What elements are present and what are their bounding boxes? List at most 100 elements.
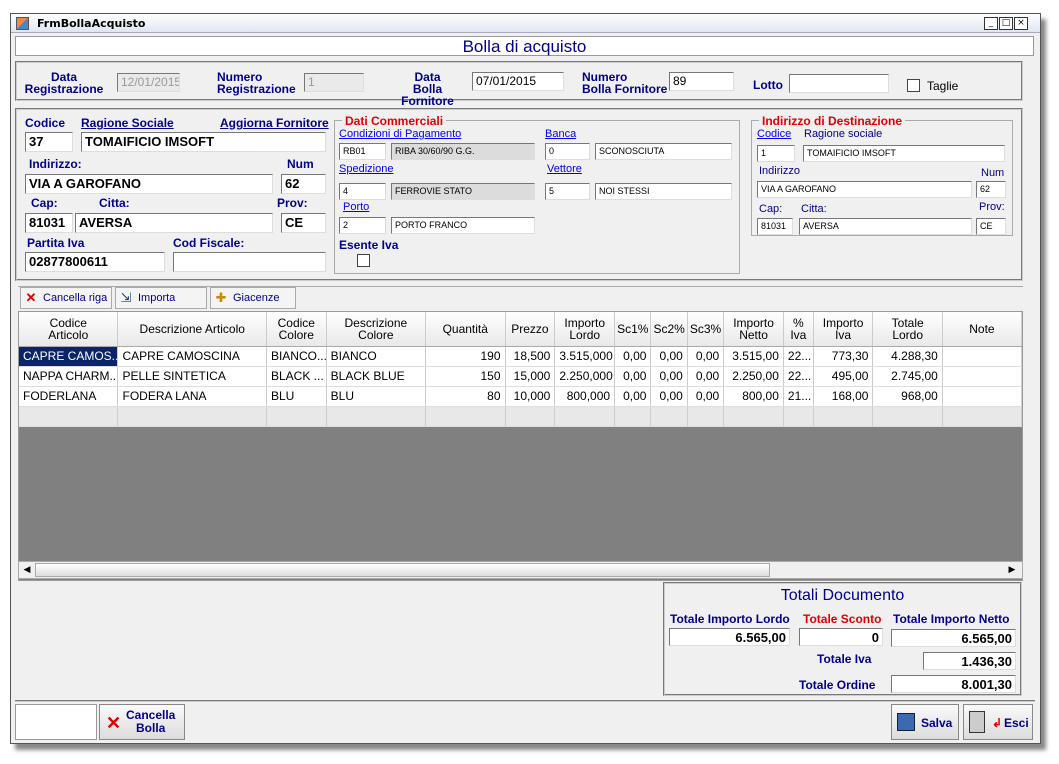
dest-cap-field[interactable]: 81031: [757, 218, 793, 235]
table-cell[interactable]: 0,00: [614, 366, 652, 387]
maximize-button[interactable]: □: [999, 17, 1013, 30]
table-cell[interactable]: [783, 406, 814, 427]
data-bolla-field[interactable]: 07/01/2015: [472, 72, 564, 91]
cod-fiscale-field[interactable]: [173, 252, 326, 272]
lotto-field[interactable]: [789, 74, 889, 93]
citta-field[interactable]: AVERSA: [75, 213, 273, 233]
table-cell[interactable]: CAPRE CAMOS...: [19, 346, 119, 367]
vettore-link[interactable]: Vettore: [547, 163, 582, 175]
column-header[interactable]: Sc3%: [687, 312, 725, 347]
table-cell[interactable]: 0,00: [614, 346, 652, 367]
aggiorna-fornitore-link[interactable]: Aggiorna Fornitore: [220, 116, 329, 130]
dest-prov-field[interactable]: CE: [976, 218, 1006, 235]
column-header[interactable]: Codice Colore: [266, 312, 327, 347]
cancella-riga-button[interactable]: ✕ Cancella riga: [20, 287, 112, 309]
table-cell[interactable]: [687, 406, 725, 427]
table-cell[interactable]: [19, 406, 119, 427]
table-cell[interactable]: [942, 366, 1022, 387]
table-cell[interactable]: 800,000: [554, 386, 616, 407]
table-cell[interactable]: 0,00: [687, 366, 725, 387]
numero-registrazione-field[interactable]: 1: [304, 73, 364, 92]
table-cell[interactable]: BLACK BLUE: [326, 366, 427, 387]
table-cell[interactable]: [942, 346, 1022, 367]
table-cell[interactable]: FODERA LANA: [117, 386, 267, 407]
taglie-checkbox[interactable]: [907, 79, 920, 92]
table-cell[interactable]: 0,00: [687, 346, 725, 367]
pagamento-link[interactable]: Condizioni di Pagamento: [339, 128, 461, 140]
column-header[interactable]: Descrizione Colore: [326, 312, 427, 347]
table-cell[interactable]: 2.250,000: [554, 366, 616, 387]
table-row[interactable]: CAPRE CAMOS... CAPRE CAMOSCINA BIANCO... BI…: [19, 346, 1022, 367]
table-cell[interactable]: 22...: [783, 346, 814, 367]
table-cell[interactable]: [872, 406, 943, 427]
dest-num-field[interactable]: 62: [976, 181, 1006, 198]
column-header[interactable]: Importo Lordo: [554, 312, 616, 347]
table-cell[interactable]: 2.250,00: [723, 366, 784, 387]
porto-code[interactable]: 2: [339, 217, 386, 234]
table-cell[interactable]: [723, 406, 784, 427]
dest-indirizzo-field[interactable]: VIA A GAROFANO: [757, 181, 972, 198]
scroll-right-icon[interactable]: ▶: [1005, 563, 1019, 577]
dest-ragione-field[interactable]: TOMAIFICIO IMSOFT: [803, 145, 1005, 162]
table-cell[interactable]: 3.515,00: [723, 346, 784, 367]
table-row[interactable]: NAPPA CHARM... PELLE SINTETICA BLACK ... BL…: [19, 366, 1022, 387]
table-cell[interactable]: FODERLANA: [19, 386, 119, 407]
table-cell[interactable]: 800,00: [723, 386, 784, 407]
table-cell[interactable]: 80: [425, 386, 506, 407]
table-cell[interactable]: 0,00: [687, 386, 725, 407]
importa-ordini-button[interactable]: ⇲ Importa Ordini: [115, 287, 207, 324]
prov-field[interactable]: CE: [281, 213, 326, 233]
column-header[interactable]: Importo Iva: [813, 312, 874, 347]
numero-bolla-field[interactable]: 89: [669, 72, 734, 91]
table-cell[interactable]: [942, 386, 1022, 407]
table-cell[interactable]: 190: [425, 346, 506, 367]
table-cell[interactable]: 3.515,000: [554, 346, 616, 367]
table-cell[interactable]: 15,000: [505, 366, 556, 387]
table-cell[interactable]: BLACK ...: [266, 366, 327, 387]
dest-citta-field[interactable]: AVERSA: [799, 218, 972, 235]
table-cell[interactable]: PELLE SINTETICA: [117, 366, 267, 387]
horizontal-scrollbar[interactable]: ◀ ▶: [18, 561, 1023, 579]
data-registrazione-field[interactable]: 12/01/2015: [117, 73, 180, 92]
table-cell[interactable]: 495,00: [813, 366, 874, 387]
table-cell[interactable]: 150: [425, 366, 506, 387]
articles-grid[interactable]: Codice Articolo Descrizione Articolo Codic…: [18, 311, 1023, 581]
table-row[interactable]: FODERLANA FODERA LANA BLU BLU 80 10,000 800,00…: [19, 386, 1022, 407]
table-cell[interactable]: [326, 406, 427, 427]
table-cell[interactable]: [505, 406, 556, 427]
table-cell[interactable]: [266, 406, 327, 427]
partita-iva-field[interactable]: 02877800611: [25, 252, 165, 272]
salva-button[interactable]: Salva: [891, 704, 959, 740]
column-header[interactable]: Prezzo: [505, 312, 556, 347]
table-cell[interactable]: [650, 406, 688, 427]
giacenze-button[interactable]: ✚ Giacenze: [210, 287, 296, 309]
esci-button[interactable]: ↲ Esci: [963, 704, 1033, 740]
column-header[interactable]: Codice Articolo: [19, 312, 119, 347]
table-cell[interactable]: BLU: [326, 386, 427, 407]
table-cell[interactable]: 21...: [783, 386, 814, 407]
codice-fornitore-field[interactable]: 37: [25, 132, 73, 152]
new-row[interactable]: [19, 406, 1022, 427]
table-cell[interactable]: [614, 406, 652, 427]
scroll-thumb[interactable]: [35, 563, 770, 577]
scroll-left-icon[interactable]: ◀: [20, 563, 34, 577]
table-cell[interactable]: 0,00: [614, 386, 652, 407]
column-header[interactable]: Quantità: [425, 312, 506, 347]
dest-codice-link[interactable]: Codice: [757, 128, 791, 140]
table-cell[interactable]: 2.745,00: [872, 366, 943, 387]
indirizzo-field[interactable]: VIA A GAROFANO: [25, 174, 273, 194]
table-cell[interactable]: [425, 406, 506, 427]
esente-iva-checkbox[interactable]: [357, 254, 370, 267]
table-cell[interactable]: 10,000: [505, 386, 556, 407]
spedizione-link[interactable]: Spedizione: [339, 163, 393, 175]
ragione-sociale-field[interactable]: TOMAIFICIO IMSOFT: [81, 132, 326, 152]
table-cell[interactable]: CAPRE CAMOSCINA: [117, 346, 267, 367]
banca-link[interactable]: Banca: [545, 128, 576, 140]
banca-code[interactable]: 0: [545, 143, 590, 160]
table-cell[interactable]: [554, 406, 616, 427]
column-header[interactable]: Importo Netto: [723, 312, 784, 347]
table-cell[interactable]: 18,500: [505, 346, 556, 367]
table-cell[interactable]: [117, 406, 267, 427]
table-cell[interactable]: 22...: [783, 366, 814, 387]
cancella-bolla-button[interactable]: ✕ Cancella Bolla: [99, 704, 185, 740]
